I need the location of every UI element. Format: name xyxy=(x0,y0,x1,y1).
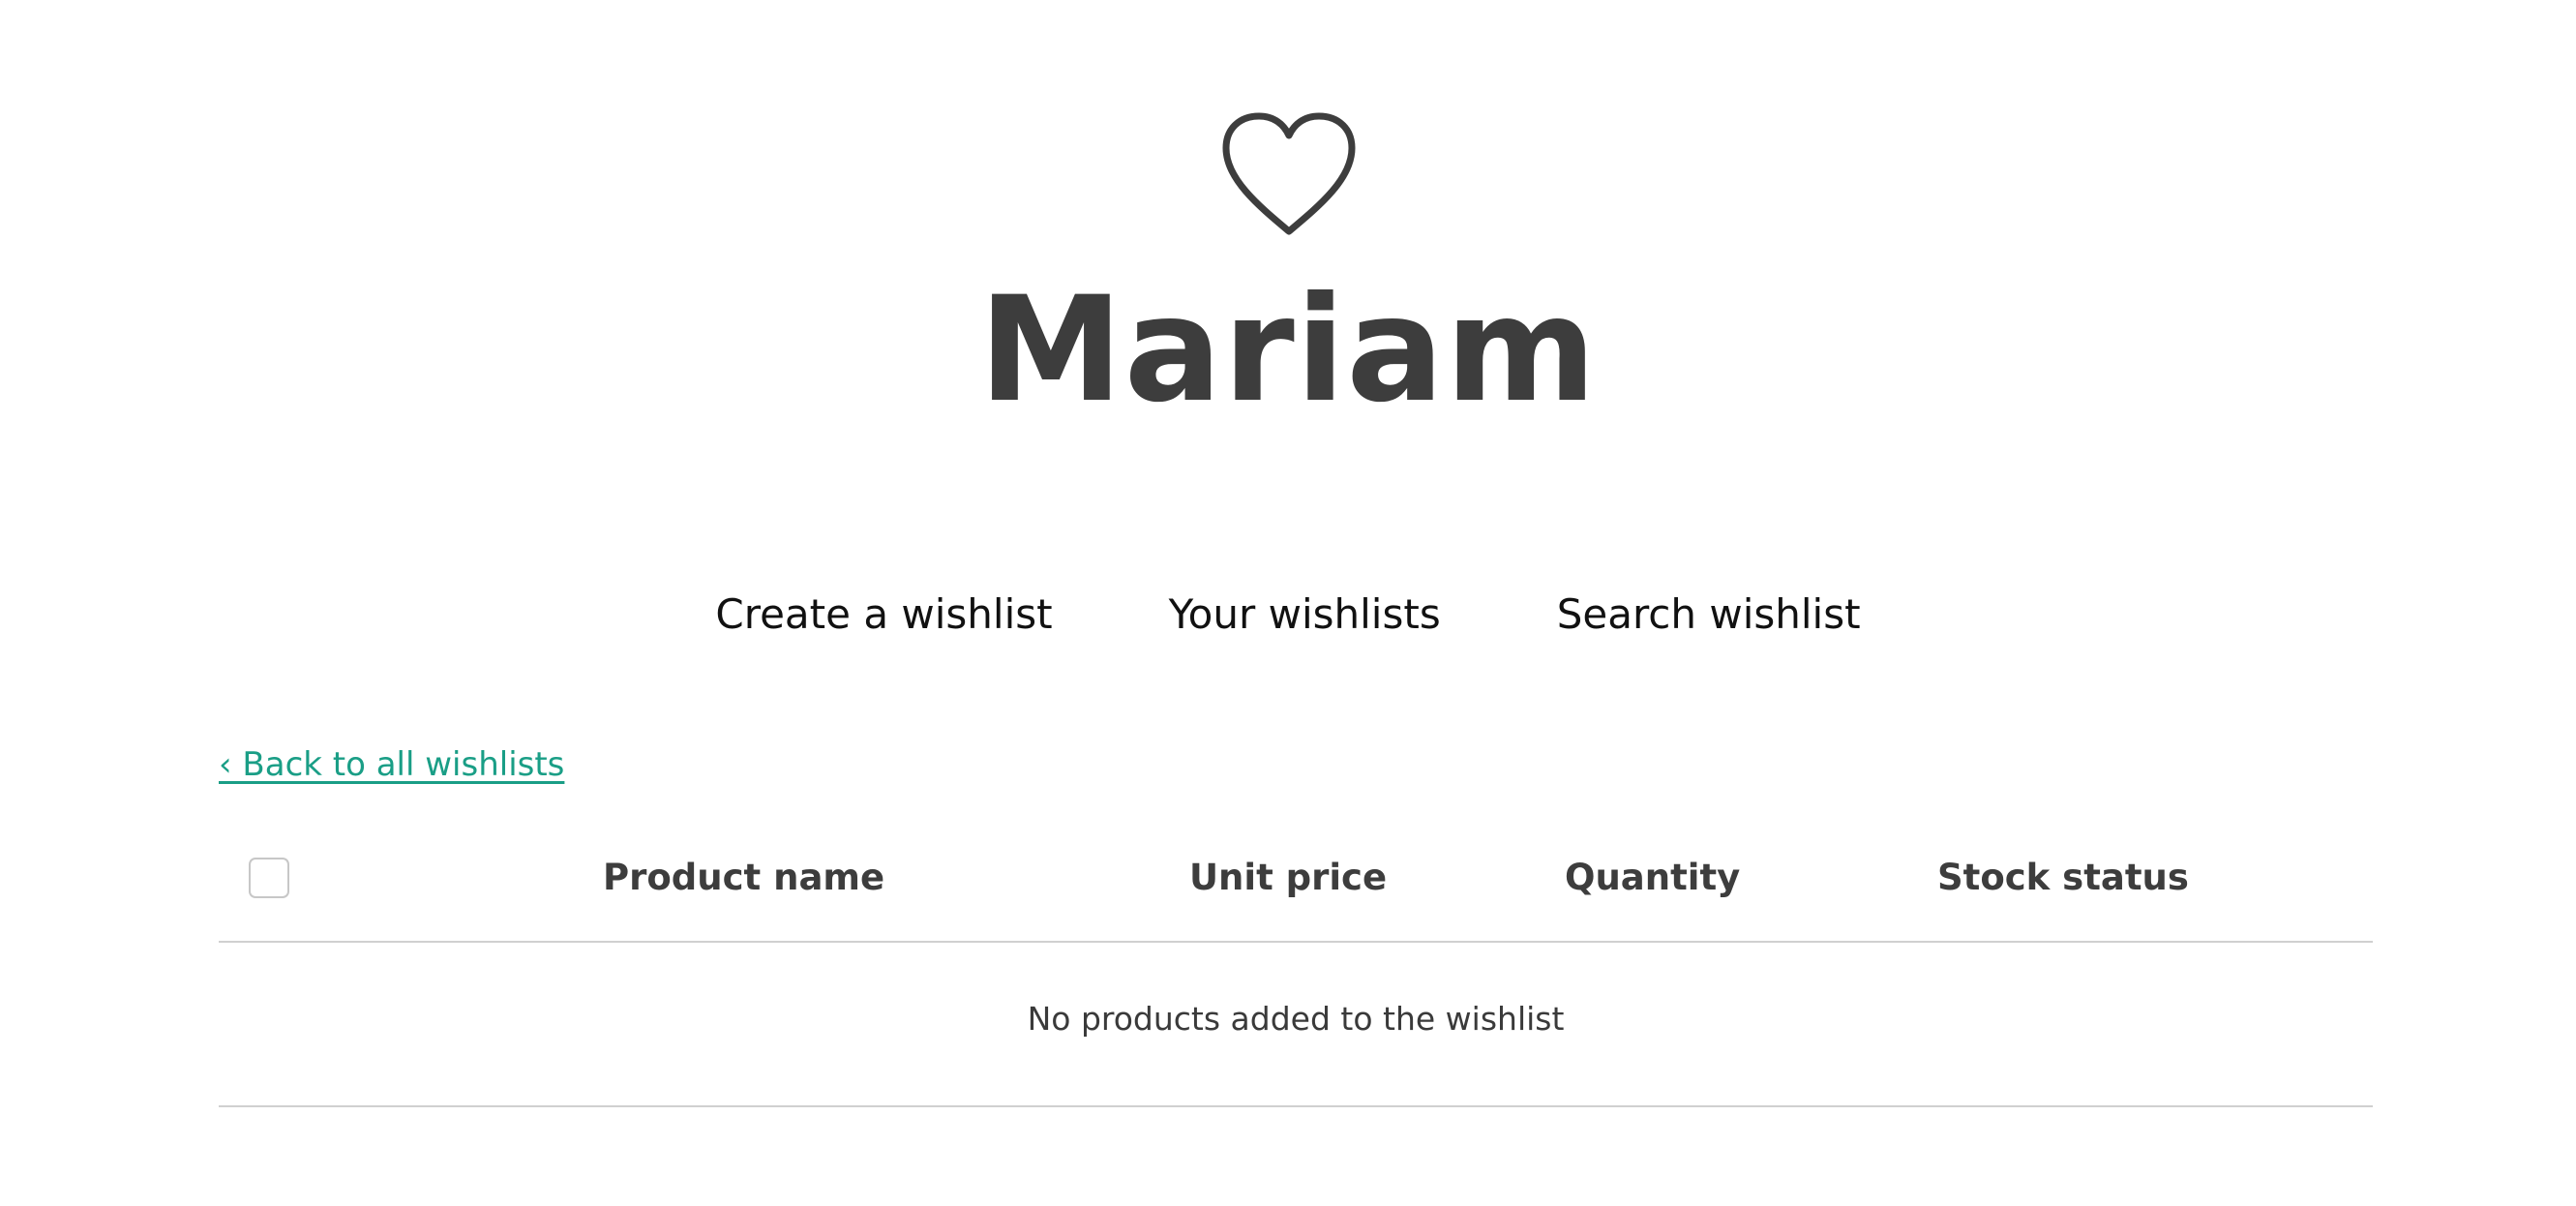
nav-create-wishlist[interactable]: Create a wishlist xyxy=(715,581,1052,648)
back-to-all-wishlists-link[interactable]: ‹ Back to all wishlists xyxy=(219,740,564,789)
wishlist-title: Mariam xyxy=(978,266,1598,435)
select-all-checkbox[interactable] xyxy=(249,858,289,898)
column-header-stock-status: Stock status xyxy=(1937,857,2189,898)
column-header-product-name: Product name xyxy=(603,857,885,898)
nav-your-wishlists[interactable]: Your wishlists xyxy=(1169,581,1441,648)
heart-icon xyxy=(1220,111,1358,237)
table-body: No products added to the wishlist xyxy=(219,943,2373,1107)
column-header-unit-price: Unit price xyxy=(1189,857,1388,898)
wishlist-table: Product name Unit price Quantity Stock s… xyxy=(219,837,2373,1107)
nav-search-wishlist[interactable]: Search wishlist xyxy=(1557,581,1861,648)
wishlist-nav: Create a wishlist Your wishlists Search … xyxy=(0,581,2576,648)
column-header-quantity: Quantity xyxy=(1565,857,1741,898)
wishlist-page: Mariam Create a wishlist Your wishlists … xyxy=(0,0,2576,1206)
empty-wishlist-message: No products added to the wishlist xyxy=(1027,1000,1565,1038)
table-header: Product name Unit price Quantity Stock s… xyxy=(219,837,2373,943)
